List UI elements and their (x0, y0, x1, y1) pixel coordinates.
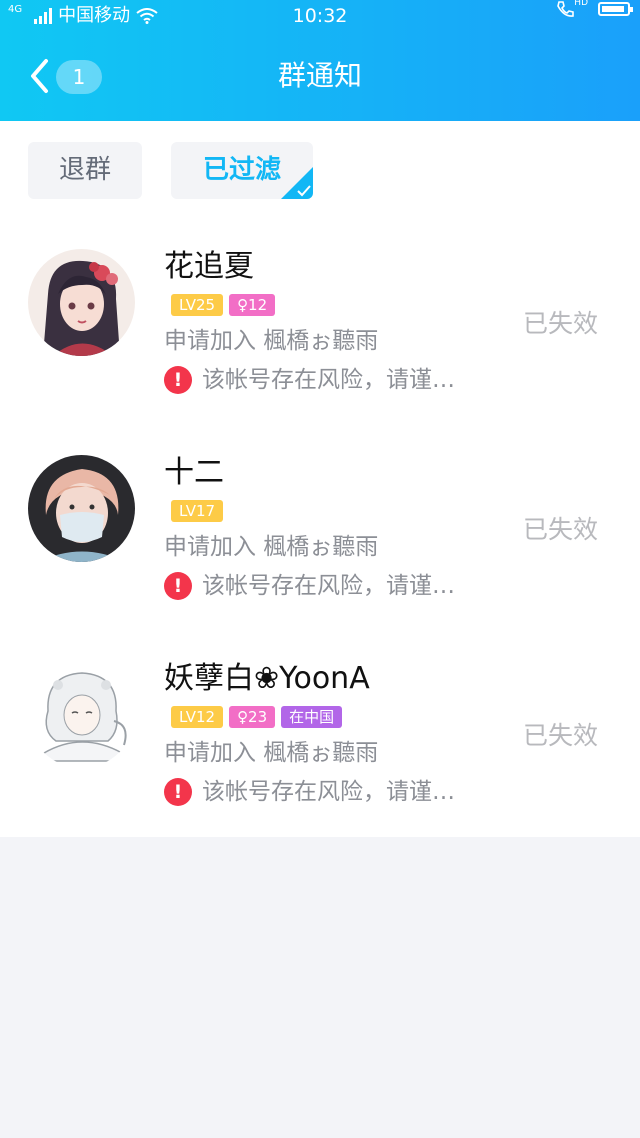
nav-bar: 1 群通知 (0, 32, 640, 121)
header-bar: 4G 中国移动 10:32 HD 1 群通知 (0, 0, 640, 121)
avatar[interactable] (28, 661, 135, 768)
gender-age-tag: ♀23 (229, 706, 276, 728)
member-tags: LV12 ♀23 在中国 (171, 706, 343, 728)
location-tag: 在中国 (281, 706, 343, 728)
risk-warning: ! 该帐号存在风险，请谨… (164, 776, 455, 808)
list-item[interactable]: 花追夏 LV25 ♀12 申请加入 楓橋ぉ聽雨 ! 该帐号存在风险，请谨… 已失… (0, 249, 640, 449)
level-tag: LV25 (171, 294, 224, 316)
avatar[interactable] (28, 455, 135, 562)
member-name: 妖孽白❀YoonA (164, 661, 370, 696)
checkmark-icon (297, 185, 311, 197)
expired-label: 已失效 (522, 309, 598, 338)
status-time: 10:32 (292, 5, 348, 27)
level-tag: LV12 (171, 706, 224, 728)
avatar[interactable] (28, 249, 135, 356)
level-tag: LV17 (171, 500, 224, 522)
exclamation-icon: ! (164, 572, 192, 600)
hd-call-icon: HD (556, 0, 588, 18)
risk-warning-text: 该帐号存在风险，请谨… (202, 573, 455, 599)
risk-warning-text: 该帐号存在风险，请谨… (202, 367, 455, 393)
request-description: 申请加入 楓橋ぉ聽雨 (164, 740, 379, 766)
page-title: 群通知 (277, 59, 362, 92)
list-item[interactable]: 妖孽白❀YoonA LV12 ♀23 在中国 申请加入 楓橋ぉ聽雨 ! 该帐号存… (0, 661, 640, 861)
hd-label: HD (574, 0, 588, 8)
exclamation-icon: ! (164, 778, 192, 806)
member-tags: LV17 (171, 500, 224, 522)
risk-warning: ! 该帐号存在风险，请谨… (164, 364, 455, 396)
gender-age-tag: ♀12 (229, 294, 276, 316)
member-name: 十二 (164, 455, 224, 490)
request-description: 申请加入 楓橋ぉ聽雨 (164, 534, 379, 560)
exclamation-icon: ! (164, 366, 192, 394)
risk-warning-text: 该帐号存在风险，请谨… (202, 779, 455, 805)
request-description: 申请加入 楓橋ぉ聽雨 (164, 328, 379, 354)
member-name: 花追夏 (164, 249, 254, 284)
battery-icon (598, 2, 633, 16)
list-item[interactable]: 十二 LV17 申请加入 楓橋ぉ聽雨 ! 该帐号存在风险，请谨… 已失效 (0, 455, 640, 655)
filter-filtered-button[interactable]: 已过滤 (171, 142, 313, 199)
filter-quit-button[interactable]: 退群 (28, 142, 142, 199)
risk-warning: ! 该帐号存在风险，请谨… (164, 570, 455, 602)
expired-label: 已失效 (522, 515, 598, 544)
member-tags: LV25 ♀12 (171, 294, 276, 316)
expired-label: 已失效 (522, 721, 598, 750)
filter-filtered-label: 已过滤 (202, 155, 281, 185)
status-bar: 4G 中国移动 10:32 HD (0, 0, 640, 32)
notification-list: 退群 已过滤 花追夏 LV25 ♀12 申请加入 楓橋ぉ聽雨 ! 该帐号存在风险… (0, 121, 640, 837)
